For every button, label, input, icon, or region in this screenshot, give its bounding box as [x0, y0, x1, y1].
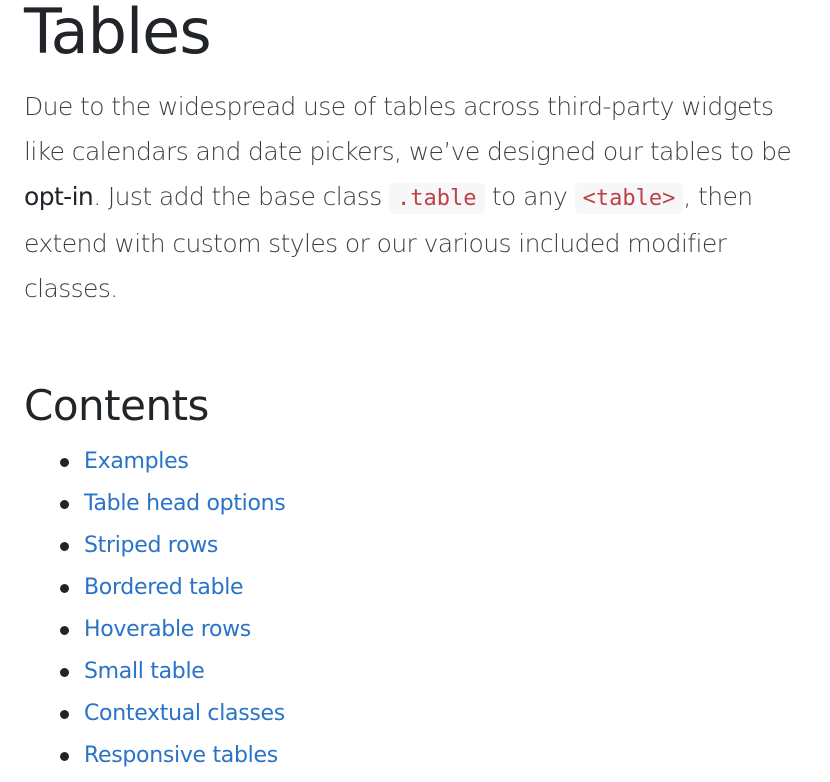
toc-item-bordered-table: Bordered table	[24, 567, 285, 609]
bullet-icon	[60, 500, 69, 509]
toc-link-table-head-options[interactable]: Table head options	[84, 491, 286, 516]
lead-paragraph: Due to the widespread use of tables acro…	[24, 84, 814, 311]
bullet-icon	[60, 626, 69, 635]
toc-link-examples[interactable]: Examples	[84, 449, 189, 474]
toc-link-striped-rows[interactable]: Striped rows	[84, 533, 218, 558]
toc-item-contextual-classes: Contextual classes	[24, 693, 285, 735]
code-table-class: .table	[389, 183, 485, 214]
bullet-icon	[60, 668, 69, 677]
toc-item-striped-rows: Striped rows	[24, 525, 285, 567]
bullet-icon	[60, 542, 69, 551]
lead-text-1: Due to the widespread use of tables acro…	[24, 92, 792, 166]
toc-item-examples: Examples	[24, 441, 285, 483]
toc-item-hoverable-rows: Hoverable rows	[24, 609, 285, 651]
bullet-icon	[60, 710, 69, 719]
toc-link-contextual-classes[interactable]: Contextual classes	[84, 701, 285, 726]
toc-item-small-table: Small table	[24, 651, 285, 693]
page-title: Tables	[24, 0, 212, 68]
bullet-icon	[60, 458, 69, 467]
lead-emphasis: opt-in	[24, 182, 94, 211]
toc-item-responsive-tables: Responsive tables	[24, 735, 285, 777]
toc-item-table-head-options: Table head options	[24, 483, 286, 525]
lead-text-2: . Just add the base class	[93, 182, 390, 211]
bullet-icon	[60, 752, 69, 761]
table-of-contents: Examples Table head options Striped rows…	[24, 441, 286, 777]
code-table-element: <table>	[574, 183, 684, 214]
contents-heading: Contents	[24, 381, 209, 430]
toc-link-responsive-tables[interactable]: Responsive tables	[84, 743, 278, 768]
toc-link-hoverable-rows[interactable]: Hoverable rows	[84, 617, 251, 642]
toc-link-bordered-table[interactable]: Bordered table	[84, 575, 244, 600]
toc-link-small-table[interactable]: Small table	[84, 659, 205, 684]
bullet-icon	[60, 584, 69, 593]
lead-text-3: to any	[484, 182, 575, 211]
